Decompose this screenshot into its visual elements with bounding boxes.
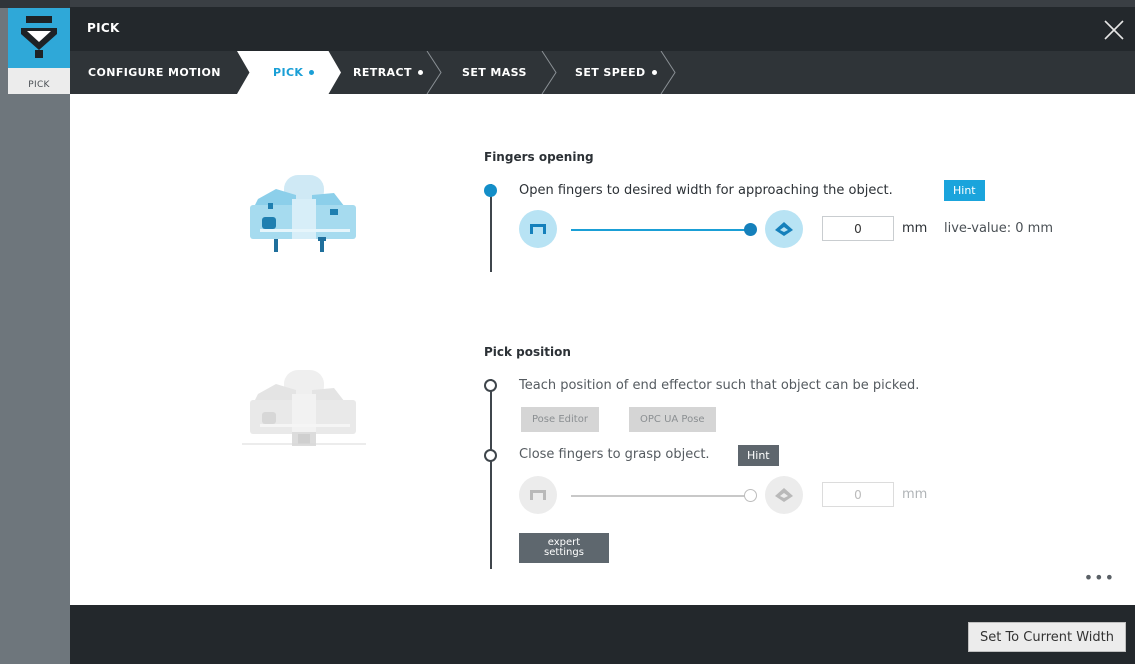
gripper-pick-illustration-icon [242, 370, 366, 446]
step-set-mass[interactable]: SET MASS [462, 51, 527, 94]
fingers-opening-slider-track[interactable] [571, 229, 751, 231]
step-status-dot [309, 70, 315, 75]
fingers-opening-live-value: live-value: 0 mm [944, 221, 1054, 236]
step-pick[interactable]: PICK [237, 51, 341, 94]
fingers-opening-hint-button[interactable]: Hint [944, 180, 985, 201]
close-fingers-hint-button[interactable]: Hint [738, 445, 779, 466]
step-separator-icon [541, 51, 557, 94]
step-label: RETRACT [353, 66, 412, 79]
gripper-open-icon [775, 488, 793, 502]
fingers-opening-timeline [490, 184, 492, 272]
gripper-closed-icon [530, 490, 546, 500]
grasp-open-button[interactable] [765, 476, 803, 514]
gripper-open-icon [775, 222, 793, 236]
pick-position-timeline [490, 379, 492, 569]
grasp-close-button[interactable] [519, 476, 557, 514]
step-label: SET SPEED [575, 66, 646, 79]
app-label: PICK [28, 80, 50, 90]
step-set-speed[interactable]: SET SPEED [575, 51, 657, 94]
gripper-app-icon [8, 8, 70, 68]
expert-settings-label-2: settings [544, 547, 584, 558]
teach-position-instruction: Teach position of end effector such that… [519, 378, 920, 393]
step-status-dot [651, 70, 657, 75]
fingers-opening-title: Fingers opening [484, 150, 594, 164]
step-configure-motion[interactable]: CONFIGURE MOTION [88, 51, 221, 94]
gripper-closed-icon [530, 224, 546, 234]
grasp-unit: mm [902, 487, 928, 502]
fingers-opening-step-node [484, 184, 497, 197]
step-separator-icon [660, 51, 676, 94]
close-fingers-instruction: Close fingers to grasp object. [519, 447, 710, 462]
set-to-current-width-button[interactable]: Set To Current Width [967, 622, 1126, 652]
step-status-dot [417, 70, 423, 75]
title-bar: PICK [70, 0, 1135, 51]
opc-ua-pose-button[interactable]: OPC UA Pose [629, 407, 716, 432]
grasp-slider-handle[interactable] [744, 489, 757, 502]
fingers-opening-width-input[interactable] [822, 216, 894, 241]
gripper-open-illustration-icon [250, 175, 356, 252]
pick-position-title: Pick position [484, 345, 571, 359]
fingers-opening-unit: mm [902, 221, 928, 236]
step-separator-icon [426, 51, 442, 94]
app-rail [0, 0, 70, 664]
teach-position-step-node [484, 379, 497, 392]
fingers-open-button[interactable] [765, 210, 803, 248]
close-fingers-step-node [484, 449, 497, 462]
more-options-icon[interactable]: ••• [1084, 568, 1115, 587]
fingers-opening-slider-handle[interactable] [744, 223, 757, 236]
step-label: SET MASS [462, 66, 527, 79]
rail-top-strip [0, 0, 70, 8]
fingers-close-button[interactable] [519, 210, 557, 248]
close-button[interactable] [1101, 17, 1127, 43]
step-label: PICK [273, 66, 304, 79]
app-tile-pick[interactable]: PICK [8, 8, 70, 94]
fingers-opening-instruction: Open fingers to desired width for approa… [519, 183, 893, 198]
step-label: CONFIGURE MOTION [88, 66, 221, 79]
footer-bar: Set To Current Width [70, 605, 1135, 664]
expert-settings-button[interactable]: expert settings [519, 533, 609, 563]
main-content: Fingers opening Open fingers to desired … [70, 94, 1135, 605]
grasp-width-input[interactable] [822, 482, 894, 507]
page-title: PICK [87, 21, 120, 35]
close-icon [1104, 20, 1124, 40]
step-breadcrumb: CONFIGURE MOTION PICK RETRACT SET MASS S… [70, 51, 1135, 94]
pose-editor-button[interactable]: Pose Editor [521, 407, 599, 432]
step-retract[interactable]: RETRACT [353, 51, 423, 94]
grasp-slider-track[interactable] [571, 495, 751, 497]
